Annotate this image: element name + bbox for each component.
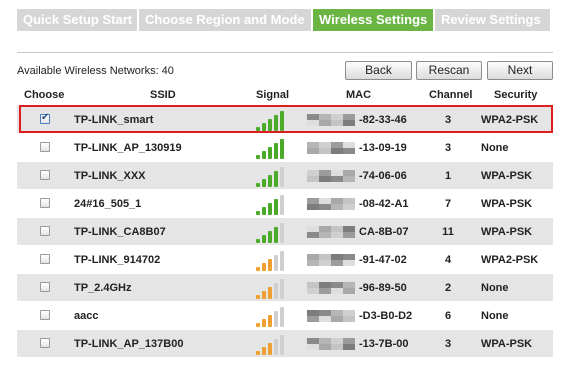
channel-cell: 2 (444, 282, 452, 294)
choose-checkbox[interactable] (40, 142, 50, 152)
ssid-cell: TP-LINK_914702 (74, 254, 161, 266)
wizard-steps: Quick Setup Start Choose Region and Mode… (17, 9, 550, 31)
table-row[interactable]: 24#16_505_1 -08-42-A1 7 WPA-PSK (17, 190, 553, 218)
channel-cell: 3 (444, 142, 452, 154)
ssid-cell: TP-LINK_AP_137B00 (74, 338, 184, 350)
tab-choose-region-mode[interactable]: Choose Region and Mode (139, 9, 313, 31)
table-row[interactable]: TP-LINK_CA8B07 CA-8B-07 11 WPA-PSK (17, 218, 553, 246)
back-button[interactable]: Back (345, 61, 412, 80)
ssid-cell: TP-LINK_AP_130919 (74, 142, 182, 154)
choose-checkbox[interactable] (40, 310, 50, 320)
divider (17, 52, 553, 53)
tab-quick-setup-start[interactable]: Quick Setup Start (17, 9, 139, 31)
security-cell: None (481, 282, 509, 294)
column-signal: Signal (256, 89, 290, 101)
channel-cell: 1 (444, 170, 452, 182)
ssid-cell: TP-LINK_CA8B07 (74, 226, 166, 238)
signal-strength-icon (256, 139, 292, 159)
mac-redacted (307, 249, 357, 271)
mac-cell: -13-09-19 (359, 142, 407, 154)
tab-label: Wireless Settings (319, 12, 428, 27)
mac-redacted (307, 305, 357, 327)
choose-checkbox[interactable] (40, 170, 50, 180)
channel-cell: 3 (444, 338, 452, 350)
security-cell: WPA-PSK (481, 338, 533, 350)
mac-cell: -13-7B-00 (359, 338, 409, 350)
security-cell: WPA-PSK (481, 226, 533, 238)
column-security: Security (494, 89, 538, 101)
security-cell: WPA-PSK (481, 170, 533, 182)
tab-label: Choose Region and Mode (145, 12, 305, 27)
signal-strength-icon (256, 279, 292, 299)
tab-label: Review Settings (441, 12, 541, 27)
table-row[interactable]: aacc -D3-B0-D2 6 None (17, 302, 553, 330)
mac-redacted (307, 277, 357, 299)
selected-row-highlight (19, 105, 553, 133)
ssid-cell: 24#16_505_1 (74, 198, 142, 210)
column-choose: Choose (24, 89, 65, 101)
mac-redacted (307, 137, 357, 159)
table-row[interactable]: TP-LINK_914702 -91-47-02 4 WPA2-PSK (17, 246, 553, 274)
signal-strength-icon (256, 335, 292, 355)
choose-checkbox[interactable] (40, 338, 50, 348)
mac-cell: -08-42-A1 (359, 198, 409, 210)
column-channel: Channel (429, 89, 473, 101)
channel-cell: 11 (442, 226, 454, 238)
rescan-button[interactable]: Rescan (416, 61, 482, 80)
table-header: Choose SSID Signal MAC Channel Security (17, 88, 553, 104)
tab-label: Quick Setup Start (23, 12, 133, 27)
signal-strength-icon (256, 167, 292, 187)
ssid-cell: aacc (74, 310, 99, 322)
channel-cell: 4 (444, 254, 452, 266)
channel-cell: 6 (444, 310, 452, 322)
mac-cell: -74-06-06 (359, 170, 407, 182)
mac-redacted (307, 193, 357, 215)
mac-cell: CA-8B-07 (359, 226, 409, 238)
mac-cell: -D3-B0-D2 (359, 310, 413, 322)
choose-checkbox[interactable] (40, 198, 50, 208)
ssid-cell: TP-LINK_XXX (74, 170, 146, 182)
mac-cell: -96-89-50 (359, 282, 407, 294)
ssid-cell: TP_2.4GHz (74, 282, 132, 294)
choose-checkbox[interactable] (40, 254, 50, 264)
mac-redacted (307, 165, 357, 187)
table-row[interactable]: TP_2.4GHz -96-89-50 2 None (17, 274, 553, 302)
table-row[interactable]: TP-LINK_AP_137B00 -13-7B-00 3 WPA-PSK (17, 330, 553, 358)
network-list: TP-LINK_smart-82-33-463WPA2-PSKTP-LINK_A… (17, 106, 553, 358)
signal-strength-icon (256, 251, 292, 271)
table-row[interactable]: TP-LINK_AP_130919 -13-09-19 3 None (17, 134, 553, 162)
mac-redacted (307, 333, 357, 355)
tab-wireless-settings[interactable]: Wireless Settings (313, 9, 435, 31)
security-cell: WPA-PSK (481, 198, 533, 210)
column-ssid: SSID (150, 89, 176, 101)
channel-cell: 7 (444, 198, 452, 210)
signal-strength-icon (256, 195, 292, 215)
signal-strength-icon (256, 223, 292, 243)
security-cell: WPA2-PSK (481, 254, 539, 266)
mac-redacted (307, 221, 357, 243)
next-button[interactable]: Next (487, 61, 553, 80)
signal-strength-icon (256, 307, 292, 327)
mac-cell: -91-47-02 (359, 254, 407, 266)
choose-checkbox[interactable] (40, 226, 50, 236)
available-networks-label: Available Wireless Networks: 40 (17, 65, 174, 77)
tab-review-settings[interactable]: Review Settings (435, 9, 550, 31)
table-row[interactable]: TP-LINK_XXX -74-06-06 1 WPA-PSK (17, 162, 553, 190)
column-mac: MAC (346, 89, 372, 101)
security-cell: None (481, 142, 509, 154)
security-cell: None (481, 310, 509, 322)
choose-checkbox[interactable] (40, 282, 50, 292)
